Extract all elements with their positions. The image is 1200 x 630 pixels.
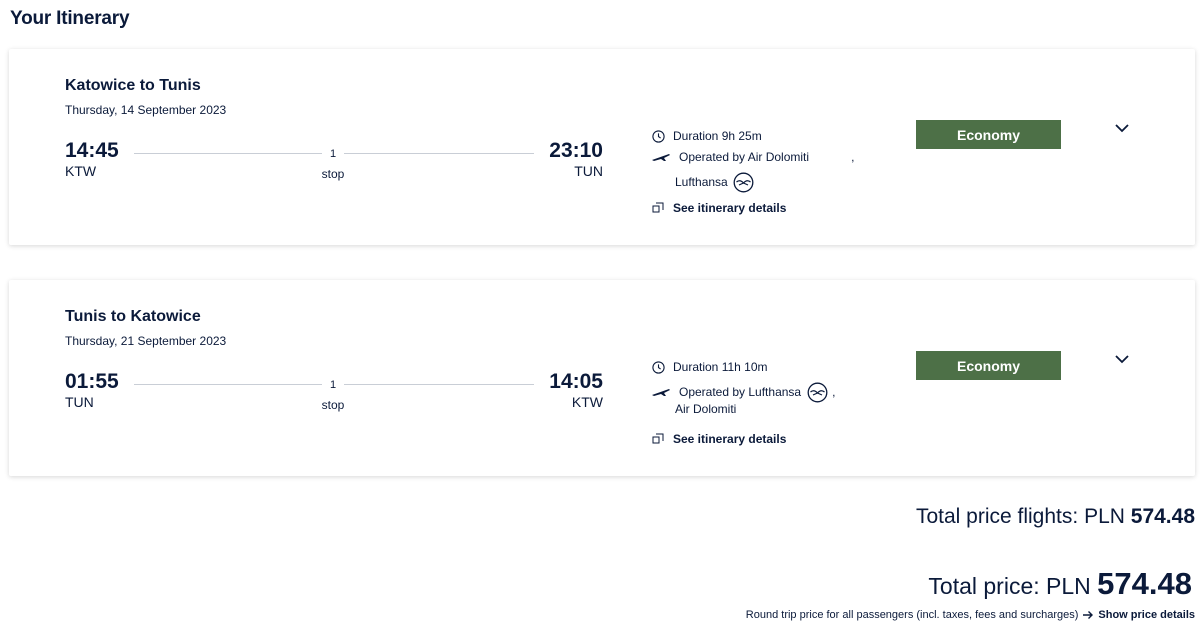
fare-class-button[interactable]: Economy [916, 120, 1061, 149]
airplane-icon [651, 150, 671, 164]
departure-time: 14:45 [65, 139, 119, 162]
route-line-right [344, 153, 534, 154]
operated-second-row: Lufthansa [675, 171, 755, 193]
duration-text: Duration 11h 10m [673, 360, 768, 374]
total-flights-amount: 574.48 [1130, 505, 1195, 528]
arrival-airport: KTW [571, 394, 603, 410]
operator-name: Lufthansa [675, 175, 728, 189]
departure-airport: TUN [65, 394, 94, 410]
route-title: Katowice to Tunis [65, 77, 201, 94]
departure-time: 01:55 [65, 370, 119, 393]
external-link-icon [651, 201, 665, 215]
airplane-icon [651, 385, 671, 399]
show-price-details-link[interactable]: Show price details [1098, 609, 1195, 621]
arrival-time: 14:05 [549, 370, 603, 393]
route-line-left [134, 384, 322, 385]
stop-label: stop [321, 167, 345, 181]
chevron-down-icon[interactable] [1113, 352, 1131, 366]
flight-card-return: Tunis to Katowice Thursday, 21 September… [9, 280, 1195, 476]
operated-second-row: Air Dolomiti [675, 402, 736, 416]
operated-by-text: Operated by Air Dolomiti [679, 150, 810, 164]
itinerary-details-label[interactable]: See itinerary details [673, 201, 786, 215]
clock-icon [651, 360, 665, 374]
route-line-right [344, 384, 534, 385]
operator-name: Air Dolomiti [675, 402, 737, 416]
arrival-time: 23:10 [549, 139, 603, 162]
total-price-flights: Total price flights: PLN 574.48 [916, 505, 1195, 529]
page-title: Your Itinerary [10, 8, 130, 29]
total-flights-label: Total price flights: [915, 505, 1079, 528]
footnote-text: Round trip price for all passengers (inc… [745, 609, 1079, 621]
operated-comma: , [851, 150, 855, 164]
operated-row: Operated by Air Dolomiti , [651, 150, 854, 164]
clock-icon [651, 129, 665, 143]
total-price-amount: 574.48 [1097, 566, 1192, 601]
itinerary-details-label[interactable]: See itinerary details [673, 432, 786, 446]
stop-count: 1 [329, 379, 337, 391]
itinerary-details-link[interactable]: See itinerary details [651, 432, 786, 446]
departure-airport: KTW [65, 163, 97, 179]
route-line-left [134, 153, 322, 154]
price-footnote: Round trip price for all passengers (inc… [746, 609, 1195, 621]
stop-count: 1 [329, 148, 337, 160]
total-price-currency: PLN [1046, 573, 1091, 599]
external-link-icon [651, 432, 665, 446]
flight-card-outbound: Katowice to Tunis Thursday, 14 September… [9, 49, 1195, 245]
duration-row: Duration 9h 25m [651, 129, 762, 143]
operated-row: Operated by Lufthansa , [651, 381, 835, 403]
lufthansa-logo-icon [806, 381, 828, 403]
duration-row: Duration 11h 10m [651, 360, 768, 374]
fare-class-button[interactable]: Economy [916, 351, 1061, 380]
total-price-label: Total price: [928, 573, 1040, 599]
operated-by-text: Operated by Lufthansa [679, 385, 802, 399]
operated-comma: , [832, 385, 836, 399]
stop-label: stop [321, 398, 345, 412]
lufthansa-logo-icon [733, 171, 755, 193]
total-flights-currency: PLN [1084, 505, 1125, 528]
itinerary-details-link[interactable]: See itinerary details [651, 201, 786, 215]
flight-date: Thursday, 21 September 2023 [65, 334, 227, 348]
arrow-right-icon [1082, 610, 1094, 620]
route-title: Tunis to Katowice [65, 308, 201, 325]
flight-date: Thursday, 14 September 2023 [65, 103, 227, 117]
duration-text: Duration 9h 25m [673, 129, 762, 143]
arrival-airport: TUN [574, 163, 603, 179]
total-price: Total price: PLN 574.48 [928, 566, 1192, 602]
chevron-down-icon[interactable] [1113, 121, 1131, 135]
